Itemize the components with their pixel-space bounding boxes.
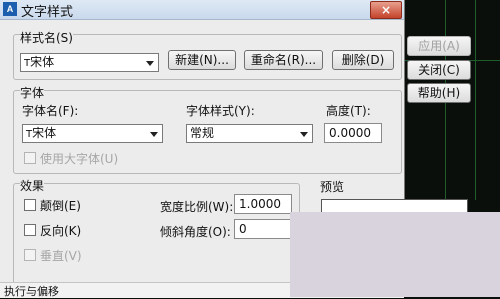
preview-label: 预览 [320,180,345,194]
use-big-font-checkbox[interactable] [24,152,36,164]
oblique-angle-input[interactable]: 0 [234,219,292,239]
upside-down-checkbox[interactable] [24,199,36,211]
chevron-down-icon [300,132,308,137]
width-factor-label: 宽度比例(W): [160,200,234,214]
rename-style-button[interactable]: 重命名(R)... [244,50,323,70]
height-label: 高度(T): [326,104,371,118]
font-style-label: 字体样式(Y): [186,104,255,118]
help-button[interactable]: 帮助(H) [407,83,471,103]
canvas-line [475,0,476,200]
close-window-button[interactable]: × [370,1,402,19]
font-style-select[interactable]: 常规 [186,124,313,143]
font-style-value: 常规 [190,126,215,140]
upside-down-label: 颠倒(E) [40,199,81,213]
chevron-down-icon [146,61,154,66]
autocad-app-icon: A [3,2,17,16]
vertical-checkbox[interactable] [24,249,36,261]
font-name-label: 字体名(F): [22,104,79,118]
effects-group-label: 效果 [20,177,45,194]
width-factor-input[interactable]: 1.0000 [234,194,292,214]
height-input[interactable]: 0.0000 [324,123,382,143]
style-name-select[interactable]: T宋体 [20,53,159,72]
delete-style-button[interactable]: 删除(D) [332,50,394,70]
font-group-label: 字体 [20,84,45,101]
new-style-button[interactable]: 新建(N)... [168,50,236,70]
vertical-label: 垂直(V) [40,249,82,263]
style-name-value: 宋体 [30,55,55,69]
use-big-font-label: 使用大字体(U) [40,152,119,166]
title-bar: A 文字样式 × [0,0,404,20]
oblique-angle-label: 倾斜角度(O): [160,225,231,239]
backwards-label: 反向(K) [40,224,82,238]
apply-button[interactable]: 应用(A) [407,36,471,56]
dialog-title: 文字样式 [21,5,74,20]
chevron-down-icon [150,132,158,137]
backwards-checkbox[interactable] [24,224,36,236]
obscured-region [290,212,500,297]
font-name-value: 宋体 [32,126,57,140]
style-name-label: 样式名(S) [20,29,73,46]
close-button[interactable]: 关闭(C) [407,60,471,80]
font-name-select[interactable]: T宋体 [22,124,163,143]
